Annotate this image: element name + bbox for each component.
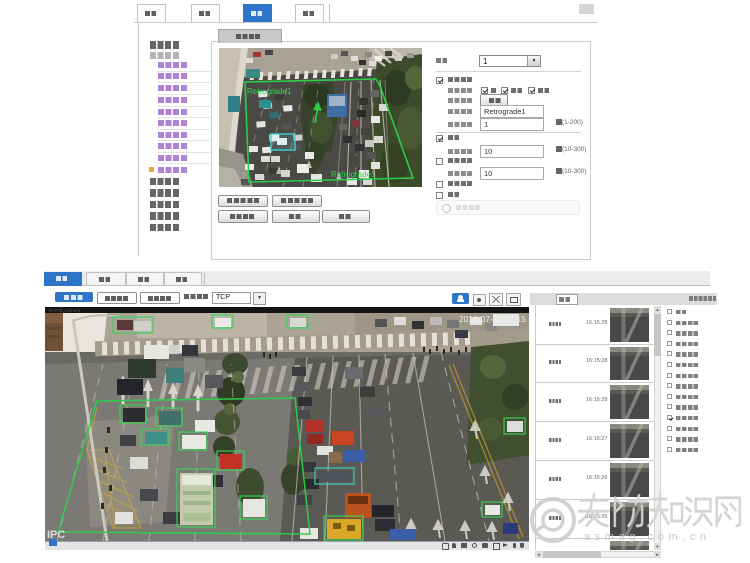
svg-text:2016-07-30 16:15: 2016-07-30 16:15 — [459, 314, 526, 324]
svg-text:IP PTZ Camera: IP PTZ Camera — [49, 308, 81, 313]
svg-text:Retrograde1: Retrograde1 — [247, 87, 292, 96]
svg-text:Retrograde1: Retrograde1 — [331, 170, 376, 179]
